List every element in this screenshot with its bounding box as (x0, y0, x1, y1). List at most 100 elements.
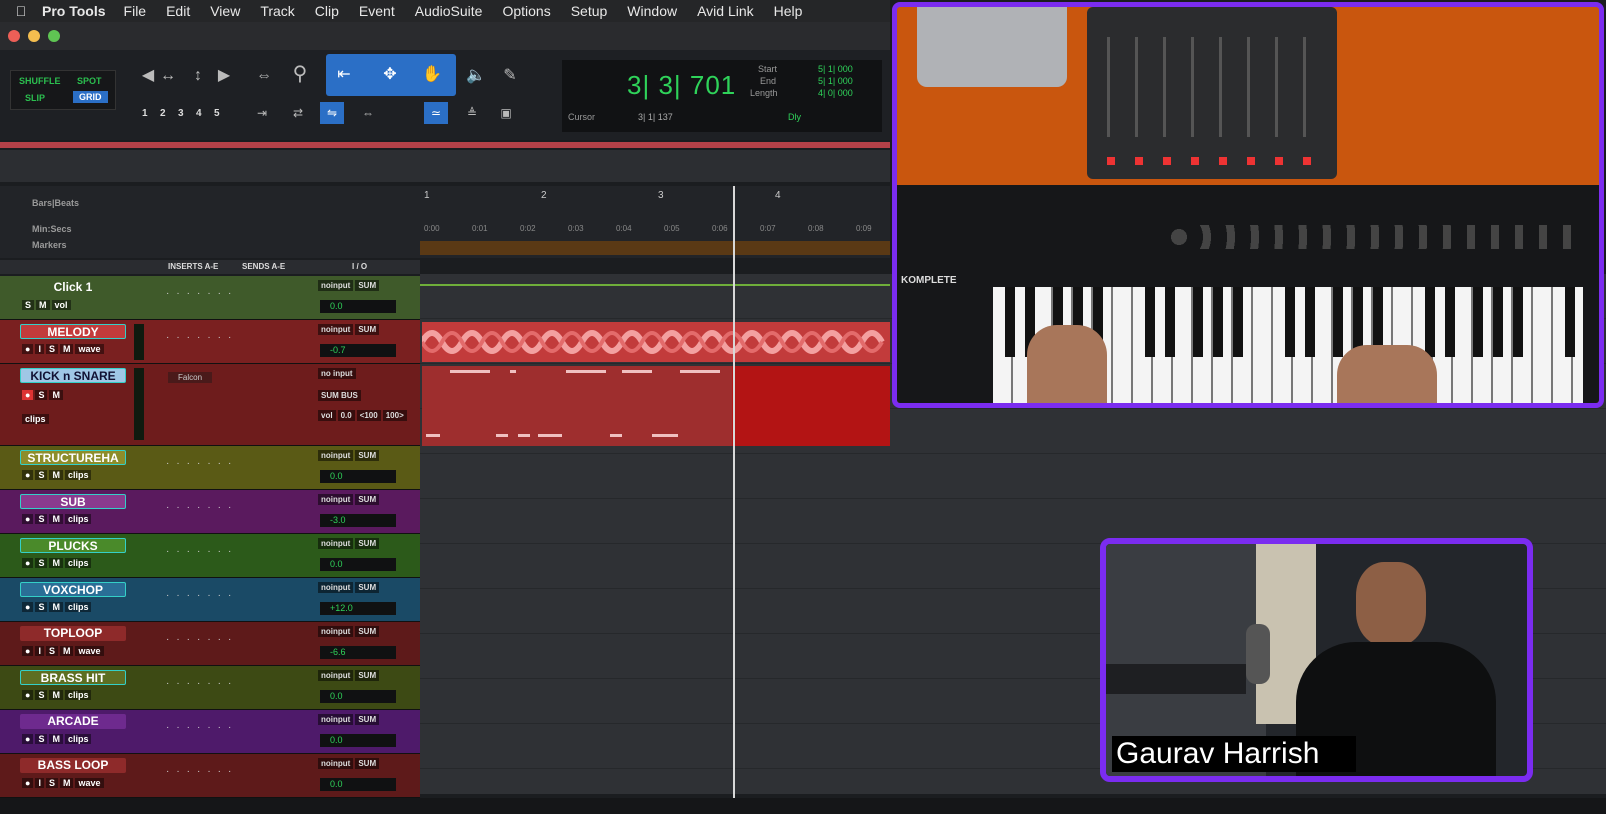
view-selector[interactable]: clips (64, 470, 92, 480)
end-value[interactable]: 5| 1| 000 (818, 76, 853, 86)
input-selector[interactable]: noinput (318, 538, 354, 549)
input-selector[interactable]: noinput (318, 758, 354, 769)
menu-avid-link[interactable]: Avid Link (697, 3, 754, 19)
output-selector[interactable]: SUM (355, 280, 380, 291)
menu-view[interactable]: View (210, 3, 240, 19)
input-selector[interactable]: noinput (318, 670, 354, 681)
trim-tool-icon[interactable]: ⇤ (332, 64, 356, 86)
grabber-tool-icon[interactable]: ✋ (420, 64, 444, 86)
output-selector[interactable]: SUM (355, 714, 380, 725)
input-selector[interactable]: noinput (318, 626, 354, 637)
input-selector[interactable]: no input (318, 368, 356, 379)
io-column-header[interactable]: I / O (352, 262, 367, 271)
selector-tool-icon[interactable]: ✥ (378, 64, 402, 86)
mute-button[interactable]: M (49, 734, 63, 744)
solo-button[interactable]: S (35, 558, 48, 568)
track-name[interactable]: PLUCKS (20, 538, 126, 553)
view-selector[interactable]: vol (51, 300, 71, 310)
output-selector[interactable]: SUM (355, 324, 380, 335)
kick-snare-midi-clip[interactable] (422, 366, 732, 446)
solo-button[interactable]: S (35, 602, 48, 612)
menu-file[interactable]: File (124, 3, 147, 19)
zoom-preset-5[interactable]: 5 (214, 108, 220, 119)
menu-window[interactable]: Window (627, 3, 677, 19)
insert-slots[interactable]: ······· (166, 590, 238, 601)
record-button[interactable]: ● (22, 558, 34, 568)
track-name[interactable]: BRASS HIT (20, 670, 126, 685)
close-window-button[interactable] (8, 30, 20, 42)
record-button[interactable]: ● (22, 734, 34, 744)
insertion-follows-icon[interactable]: ≜ (460, 102, 484, 124)
insert-slots[interactable]: ······· (166, 546, 238, 557)
output-selector[interactable]: SUM (355, 582, 380, 593)
app-menu[interactable]: Pro Tools (42, 3, 106, 19)
solo-button[interactable]: S (35, 514, 48, 524)
track-toploop[interactable]: TOPLOOP ● I S Mwave ······· noinput SUM -6.6 (0, 622, 420, 666)
solo-button[interactable]: S (45, 778, 58, 788)
input-selector[interactable]: noinput (318, 280, 354, 291)
track-melody[interactable]: MELODY ● I S Mwave ······· noinput SUM -0.7 (0, 320, 420, 364)
view-selector[interactable]: wave (75, 778, 104, 788)
mute-button[interactable]: M (49, 514, 63, 524)
mute-button[interactable]: M (59, 778, 74, 788)
solo-button[interactable]: S (45, 344, 58, 354)
volume-display[interactable]: -3.0 (320, 514, 396, 527)
track-arcade[interactable]: ARCADE ● S Mclips ······· noinput SUM 0.0 (0, 710, 420, 754)
mode-slip[interactable]: SLIP (25, 93, 45, 103)
output-selector[interactable]: SUM (355, 626, 380, 637)
track-brass-hit[interactable]: BRASS HIT ● S Mclips ······· noinput SUM 0.… (0, 666, 420, 710)
insert-slots[interactable]: ······· (166, 332, 238, 343)
track-plucks[interactable]: PLUCKS ● S Mclips ······· noinput SUM 0.0 (0, 534, 420, 578)
volume-display[interactable]: +12.0 (320, 602, 396, 615)
track-kick-n-snare[interactable]: KICK n SNARE ● S M clips Falcon no input S… (0, 364, 420, 446)
track-sub[interactable]: SUB ● S Mclips ······· noinput SUM -3.0 (0, 490, 420, 534)
output-selector[interactable]: SUM (355, 670, 380, 681)
volume-display[interactable]: -6.6 (320, 646, 396, 659)
volume-display[interactable]: 0.0 (320, 778, 396, 791)
markers-lane[interactable] (420, 241, 890, 255)
start-value[interactable]: 5| 1| 000 (818, 64, 853, 74)
track-name[interactable]: MELODY (20, 324, 126, 339)
menu-clip[interactable]: Clip (315, 3, 339, 19)
mute-button[interactable]: M (49, 390, 63, 400)
view-selector[interactable]: clips (64, 690, 92, 700)
menu-help[interactable]: Help (774, 3, 803, 19)
delay-label[interactable]: Dly (788, 112, 801, 122)
mode-shuffle[interactable]: SHUFFLE (19, 76, 61, 86)
output-selector[interactable]: SUM (355, 450, 380, 461)
mute-button[interactable]: M (49, 602, 63, 612)
mode-spot[interactable]: SPOT (77, 76, 102, 86)
zoom-window-button[interactable] (48, 30, 60, 42)
track-click-1[interactable]: Click 1 S Mvol ······· noinput SUM 0.0 (0, 276, 420, 320)
volume-display[interactable]: 0.0 (320, 470, 396, 483)
view-selector[interactable]: clips (64, 558, 92, 568)
record-button[interactable]: ● (22, 514, 34, 524)
track-name[interactable]: Click 1 (20, 280, 126, 295)
input-selector[interactable]: noinput (318, 714, 354, 725)
insert-slots[interactable]: ······· (166, 288, 238, 299)
automation-follows-edit-icon[interactable]: ≃ (424, 102, 448, 124)
zoom-horizontal-icon[interactable]: ↔ (156, 65, 180, 87)
input-selector[interactable]: noinput (318, 494, 354, 505)
inserts-column-header[interactable]: INSERTS A-E (168, 262, 218, 271)
sends-column-header[interactable]: SENDS A-E (242, 262, 285, 271)
output-selector[interactable]: SUM (355, 494, 380, 505)
track-voxchop[interactable]: VOXCHOP ● S Mclips ······· noinput SUM +12.… (0, 578, 420, 622)
track-name[interactable]: STRUCTUREHA (20, 450, 126, 465)
solo-button[interactable]: S (35, 390, 48, 400)
menu-options[interactable]: Options (502, 3, 550, 19)
zoom-preset-4[interactable]: 4 (196, 108, 202, 119)
track-name[interactable]: SUB (20, 494, 126, 509)
length-value[interactable]: 4| 0| 000 (818, 88, 853, 98)
zoom-preset-2[interactable]: 2 (160, 108, 166, 119)
pan-right[interactable]: 100> (382, 410, 407, 421)
mute-button[interactable]: M (36, 300, 50, 310)
insert-slot-a[interactable]: Falcon (168, 372, 213, 383)
volume-display[interactable]: 0.0 (320, 690, 396, 703)
insert-slots[interactable]: ······· (166, 458, 238, 469)
input-monitor-button[interactable]: I (35, 344, 44, 354)
insert-slots[interactable]: ······· (166, 766, 238, 777)
menu-setup[interactable]: Setup (571, 3, 608, 19)
record-button[interactable]: ● (22, 602, 34, 612)
minimize-window-button[interactable] (28, 30, 40, 42)
